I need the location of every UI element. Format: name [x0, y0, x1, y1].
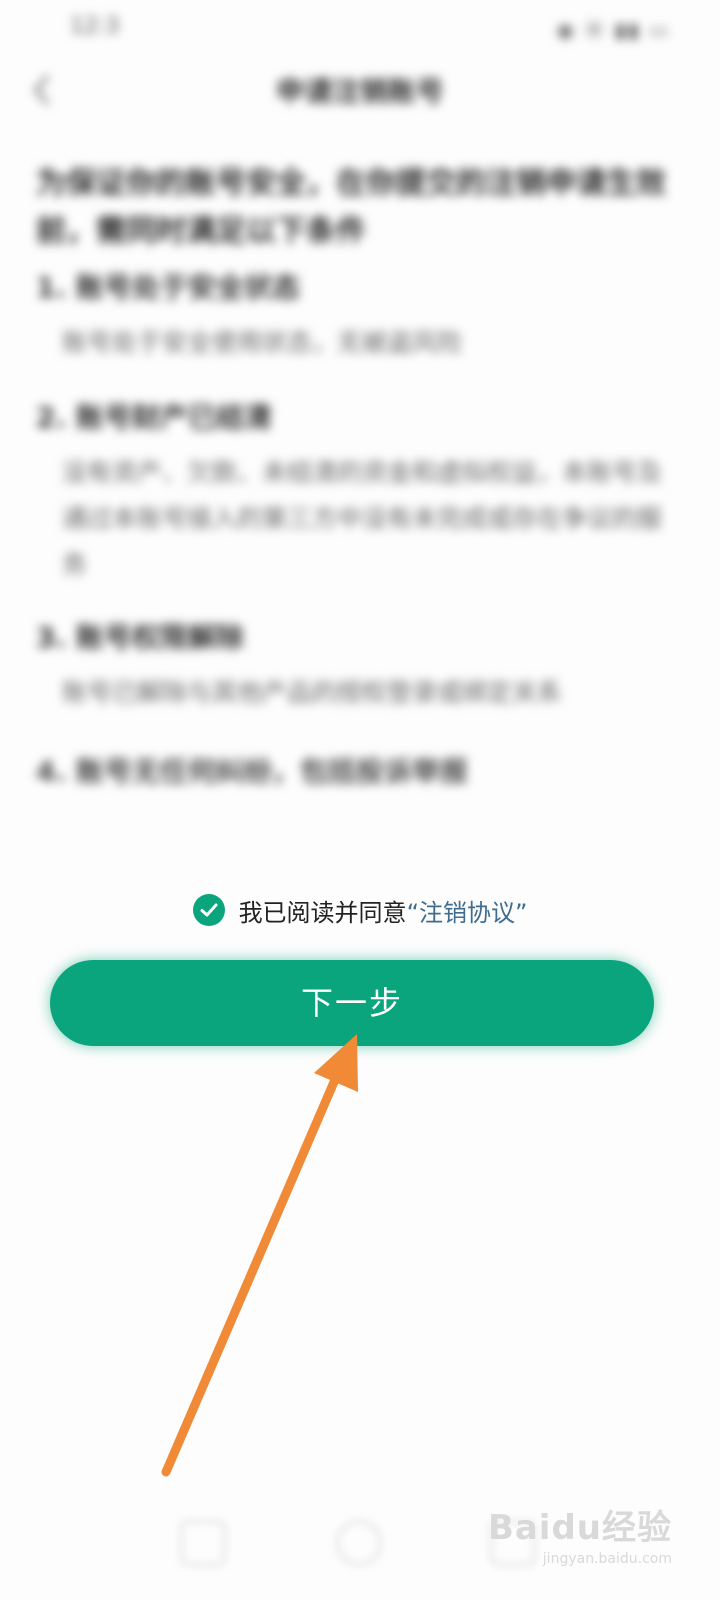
watermark-url: jingyan.baidu.com [542, 1551, 672, 1567]
condition-desc: 账号已解除与其他产品的授权登录或绑定关系 [62, 678, 563, 707]
watermark-logo: Baidu经验 [487, 1508, 672, 1548]
status-icons: ◉ ⦿ ▮▮ ▭ [556, 18, 670, 42]
agreement-label: 我已阅读并同意 [238, 898, 407, 927]
agreement-row[interactable]: 我已阅读并同意 “注销协议” [0, 888, 720, 932]
page-title: 申请注销账号 [275, 75, 444, 108]
nav-bar: 申请注销账号 [0, 60, 720, 120]
menu-icon[interactable] [180, 1520, 226, 1566]
checkbox-checked-icon[interactable] [192, 894, 225, 926]
condition-title: 4. 账号无任何纠纷，包括投诉举报 [36, 755, 468, 788]
account-cancellation-screen: 12:3 ◉ ⦿ ▮▮ ▭ 申请注销账号 为保证你的账号安全，在你提交的注销申请… [0, 0, 720, 1600]
watermark: Baidu经验 jingyan.baidu.com [488, 1500, 672, 1567]
status-bar: 12:3 ◉ ⦿ ▮▮ ▭ [0, 0, 720, 56]
home-icon[interactable] [336, 1520, 382, 1566]
condition-title: 3. 账号权限解除 [36, 621, 244, 654]
status-time: 12:3 [70, 14, 120, 39]
condition-desc: 没有资产、欠款、未结清的资金和虚拟权益，本账号及通过本账号接入的第三方中没有未完… [62, 458, 663, 579]
condition-title: 2. 账号财产已结清 [36, 401, 272, 434]
condition-item: 1. 账号处于安全状态 账号处于安全使用状态，无被盗风险 [36, 266, 676, 366]
condition-item: 2. 账号财产已结清 没有资产、欠款、未结清的资金和虚拟权益，本账号及通过本账号… [36, 396, 676, 588]
intro-text: 为保证你的账号安全，在你提交的注销申请生效前，需同时满足以下条件 [36, 166, 666, 249]
agreement-link[interactable]: “注销协议” [407, 893, 528, 928]
condition-item: 4. 账号无任何纠纷，包括投诉举报 [36, 750, 676, 794]
condition-title: 1. 账号处于安全状态 [36, 271, 300, 304]
blurred-content: 12:3 ◉ ⦿ ▮▮ ▭ 申请注销账号 为保证你的账号安全，在你提交的注销申请… [0, 0, 720, 860]
condition-desc: 账号处于安全使用状态，无被盗风险 [62, 328, 463, 357]
next-step-button[interactable]: 下一步 [50, 960, 654, 1046]
condition-item: 3. 账号权限解除 账号已解除与其他产品的授权登录或绑定关系 [36, 616, 676, 716]
